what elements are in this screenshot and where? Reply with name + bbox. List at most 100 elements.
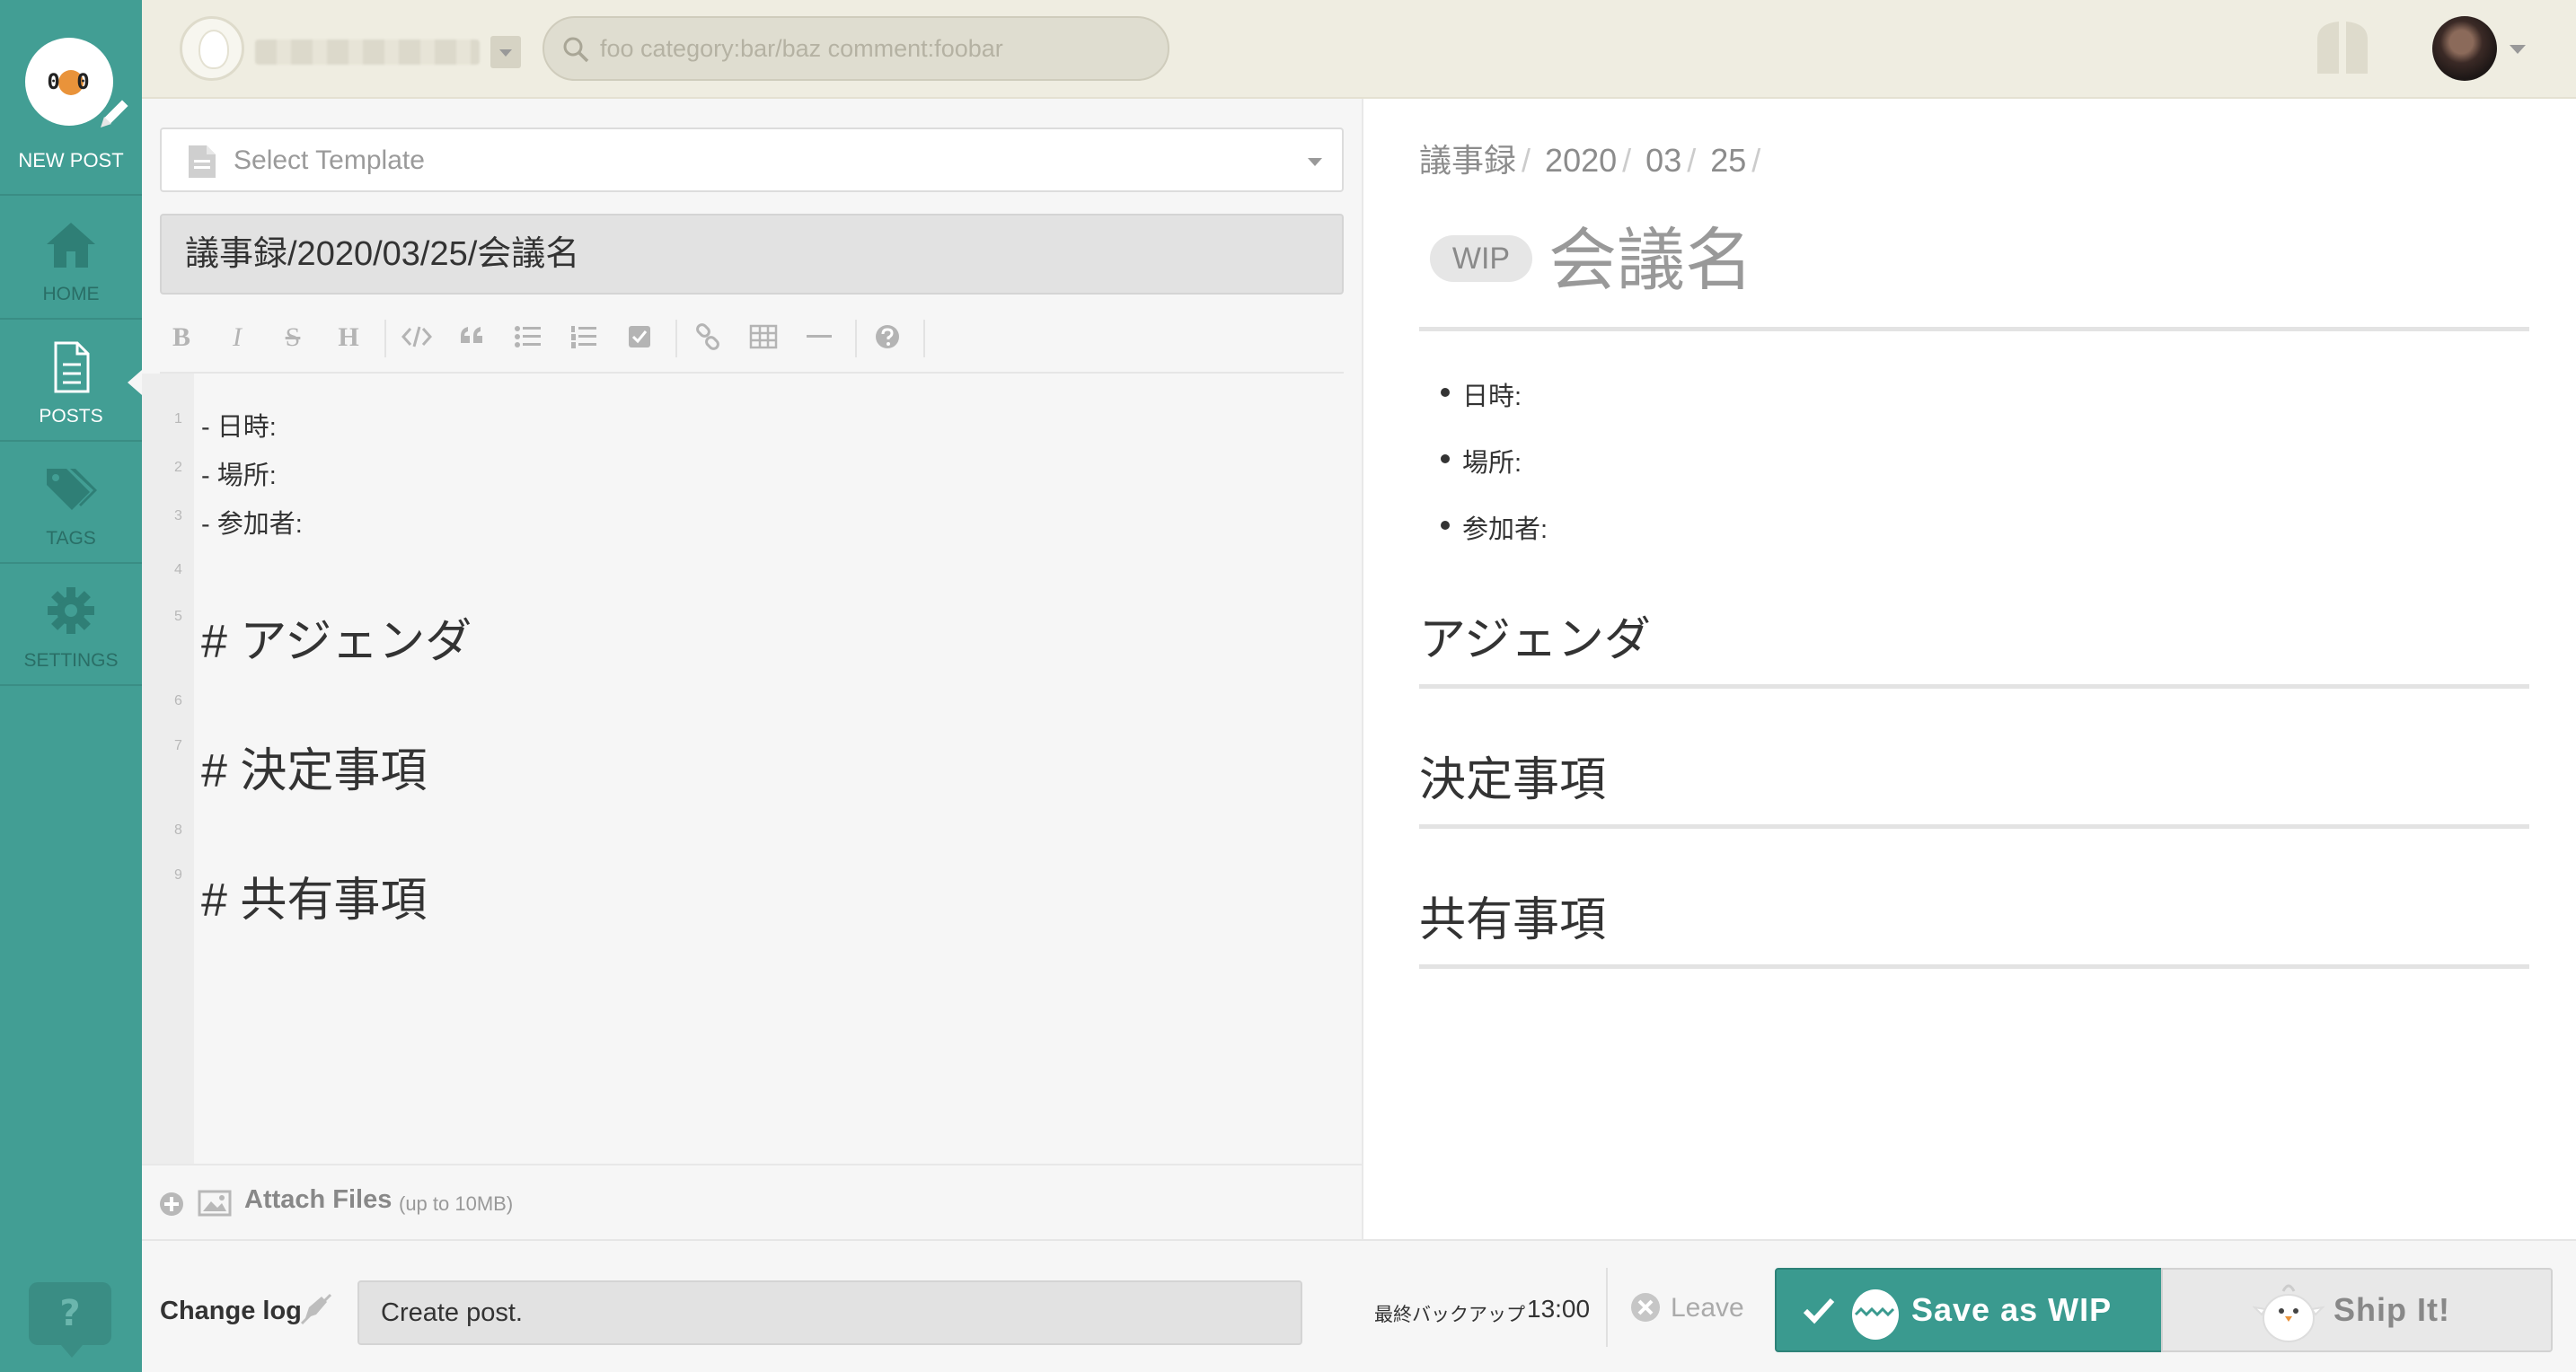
heading-button[interactable]: H (327, 316, 370, 359)
sidebar-item-label: SETTINGS (23, 650, 119, 671)
italic-button[interactable]: I (216, 316, 259, 359)
breadcrumb-item[interactable]: 2020 (1545, 142, 1617, 179)
egg-icon (1852, 1289, 1899, 1340)
check-icon (1803, 1297, 1835, 1324)
top-bar (142, 0, 2576, 99)
code-line: - 参加者: (201, 510, 303, 539)
numbered-list-button[interactable] (562, 316, 605, 359)
numbered-list-icon (571, 326, 596, 348)
breadcrumb: 議事録/ 2020/ 03/ 25/ (1419, 142, 1761, 179)
task-list-button[interactable] (618, 316, 661, 359)
question-icon (876, 325, 899, 348)
notifications-icon[interactable] (2312, 18, 2373, 79)
sidebar-item-tags[interactable]: TAGS (0, 442, 142, 564)
quote-icon (461, 327, 482, 343)
title-divider (1419, 327, 2529, 331)
sidebar-item-settings[interactable]: SETTINGS (0, 564, 142, 686)
preview-list-item: 場所: (1462, 449, 1522, 478)
preview-heading: アジェンダ (1419, 614, 1651, 666)
leave-label: Leave (1671, 1293, 1744, 1323)
preview-list-item: 参加者: (1462, 515, 1548, 544)
team-dropdown-button[interactable] (490, 36, 521, 68)
change-log-label: Change log (160, 1297, 302, 1325)
sidebar-item-label: POSTS (39, 406, 103, 427)
preview-heading: 共有事項 (1419, 894, 1607, 946)
line-number: 7 (174, 738, 182, 753)
wip-badge: WIP (1430, 235, 1532, 282)
pencil-icon (99, 97, 131, 129)
template-document-icon (189, 145, 216, 178)
chevron-down-icon[interactable] (2510, 45, 2526, 54)
line-number: 3 (174, 508, 182, 523)
quote-button[interactable] (451, 316, 494, 359)
sidebar-item-posts[interactable]: POSTS (0, 320, 142, 442)
line-number: 4 (174, 562, 182, 577)
help-markdown-button[interactable] (866, 316, 909, 359)
attach-files-bar[interactable]: Attach Files (up to 10MB) (142, 1164, 1362, 1239)
editor-pane: Select Template 議事録/2020/03/25/会議名 B I S… (142, 99, 1363, 1239)
horizontal-rule-button[interactable] (798, 316, 841, 359)
attach-files-label: Attach Files (244, 1185, 393, 1214)
breadcrumb-item[interactable]: 議事録 (1419, 142, 1516, 179)
bullet-dot (1441, 454, 1450, 463)
attach-size-note: (up to 10MB) (399, 1192, 514, 1215)
mute-notification-icon[interactable] (298, 1291, 334, 1327)
line-number: 8 (174, 822, 182, 838)
breadcrumb-item[interactable]: 03 (1645, 142, 1681, 179)
sidebar-item-home[interactable]: HOME (0, 198, 142, 320)
heading-divider (1419, 824, 2529, 829)
bullet-dot (1441, 521, 1450, 530)
save-as-wip-button[interactable]: Save as WIP (1775, 1268, 2163, 1352)
help-button[interactable]: ? (29, 1282, 111, 1358)
search-box[interactable] (543, 16, 1169, 81)
team-logo-icon[interactable] (180, 16, 244, 81)
home-icon (47, 223, 95, 268)
active-indicator (128, 370, 142, 395)
bullet-dot (1441, 388, 1450, 397)
template-select-label: Select Template (234, 145, 425, 175)
sidebar-item-label: TAGS (46, 528, 96, 549)
close-circle-icon (1631, 1293, 1660, 1322)
last-backup-time: 13:00 (1527, 1295, 1591, 1323)
line-number: 6 (174, 693, 182, 708)
table-button[interactable] (742, 316, 785, 359)
save-as-wip-label: Save as WIP (1911, 1291, 2113, 1328)
image-icon (198, 1190, 232, 1217)
ship-it-button[interactable]: Ship It! (2161, 1268, 2553, 1352)
new-post-button[interactable]: 0 0 NEW POST (0, 0, 142, 196)
strikethrough-button[interactable]: S (271, 316, 314, 359)
markdown-editor[interactable]: 1 - 日時: 2 - 場所: 3 - 参加者: 4 5 # アジェンダ 6 7… (142, 374, 1362, 1164)
chevron-down-icon (1308, 158, 1322, 166)
search-icon (563, 37, 589, 63)
code-line: - 日時: (201, 413, 277, 442)
document-icon (54, 341, 90, 393)
bold-button[interactable]: B (160, 316, 203, 359)
breadcrumb-item[interactable]: 25 (1710, 142, 1746, 179)
team-name-blurred[interactable] (255, 40, 480, 65)
chick-icon (2253, 1284, 2325, 1342)
post-title-input[interactable]: 議事録/2020/03/25/会議名 (160, 214, 1344, 295)
user-avatar[interactable] (2432, 16, 2497, 81)
bullet-list-icon (515, 326, 541, 347)
search-input[interactable] (600, 31, 1139, 66)
code-icon (401, 326, 433, 347)
leave-button[interactable]: Leave (1629, 1291, 1744, 1327)
ship-it-label: Ship It! (2333, 1291, 2450, 1328)
editor-toolbar: B I S H (160, 302, 1344, 374)
preview-title: 会議名 (1548, 223, 1753, 299)
change-log-input[interactable]: Create post. (357, 1280, 1302, 1345)
link-icon (696, 323, 719, 350)
sidebar-item-label: HOME (42, 284, 100, 304)
tags-icon (47, 469, 97, 510)
code-line: # アジェンダ (201, 616, 472, 668)
line-number: 2 (174, 460, 182, 475)
preview-heading: 決定事項 (1419, 754, 1607, 806)
heading-divider (1419, 964, 2529, 969)
bullet-list-button[interactable] (507, 316, 550, 359)
code-button[interactable] (395, 316, 438, 359)
last-backup-label: 最終バックアップ (1374, 1305, 1525, 1325)
checkbox-icon (629, 326, 650, 347)
code-line: - 場所: (201, 462, 277, 490)
template-select[interactable]: Select Template (160, 128, 1344, 192)
link-button[interactable] (686, 316, 729, 359)
